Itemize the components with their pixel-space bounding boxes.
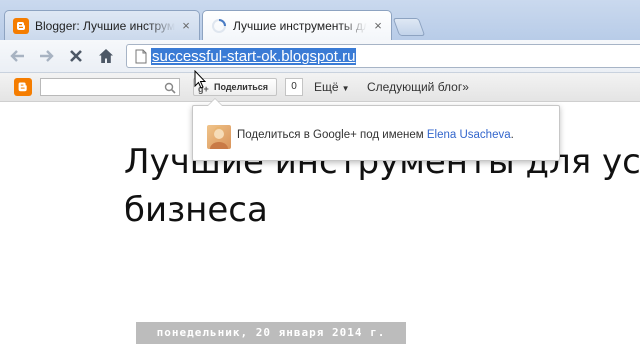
blog-search-input[interactable] bbox=[40, 78, 180, 96]
tab-strip: Blogger: Лучшие инструменты для × Лучшие… bbox=[0, 0, 640, 41]
share-label: Поделиться bbox=[214, 82, 269, 92]
back-arrow-icon[interactable] bbox=[8, 46, 28, 66]
share-count: 0 bbox=[285, 78, 303, 96]
home-icon[interactable] bbox=[96, 46, 116, 66]
mouse-cursor-icon bbox=[194, 69, 207, 94]
more-menu[interactable]: Ещё ▼ bbox=[314, 80, 349, 94]
url-text[interactable]: successful-start-ok.blogspot.ru bbox=[151, 48, 357, 65]
avatar bbox=[207, 125, 231, 149]
blogger-logo-icon[interactable] bbox=[14, 78, 32, 96]
more-label: Ещё bbox=[314, 80, 339, 94]
loading-spinner-icon bbox=[211, 18, 227, 34]
browser-toolbar: successful-start-ok.blogspot.ru bbox=[0, 40, 640, 73]
tab-post[interactable]: Лучшие инструменты для ус × bbox=[202, 10, 392, 41]
date-header: понедельник, 20 января 2014 г. bbox=[136, 322, 406, 344]
page-icon bbox=[135, 49, 147, 69]
tab-title: Blogger: Лучшие инструменты для bbox=[35, 18, 175, 33]
tab-blogger[interactable]: Blogger: Лучшие инструменты для × bbox=[4, 10, 200, 40]
blogger-navbar: g+ Поделиться 0 Ещё ▼ Следующий блог» bbox=[0, 73, 640, 102]
tab-close-icon[interactable]: × bbox=[179, 18, 193, 33]
popup-arrow-inner bbox=[208, 99, 222, 106]
forward-arrow-icon[interactable] bbox=[36, 46, 56, 66]
next-blog-link[interactable]: Следующий блог» bbox=[367, 80, 469, 94]
stop-icon[interactable] bbox=[66, 46, 86, 66]
blogger-favicon-icon bbox=[13, 17, 29, 34]
share-popup: Поделиться в Google+ под именем Elena Us… bbox=[192, 98, 560, 161]
share-message: Поделиться в Google+ под именем Elena Us… bbox=[237, 129, 514, 141]
chevron-down-icon: ▼ bbox=[341, 84, 350, 93]
tab-close-icon[interactable]: × bbox=[371, 19, 385, 33]
profile-link[interactable]: Elena Usacheva bbox=[427, 129, 511, 141]
share-message-suffix: . bbox=[510, 129, 514, 141]
new-tab-button[interactable] bbox=[392, 18, 426, 36]
address-bar[interactable]: successful-start-ok.blogspot.ru bbox=[126, 44, 640, 68]
post-title-line-2: бизнеса bbox=[124, 190, 268, 230]
search-icon[interactable] bbox=[164, 81, 176, 99]
tab-title: Лучшие инструменты для ус bbox=[233, 19, 367, 33]
share-message-prefix: Поделиться в Google+ под именем bbox=[237, 129, 427, 141]
